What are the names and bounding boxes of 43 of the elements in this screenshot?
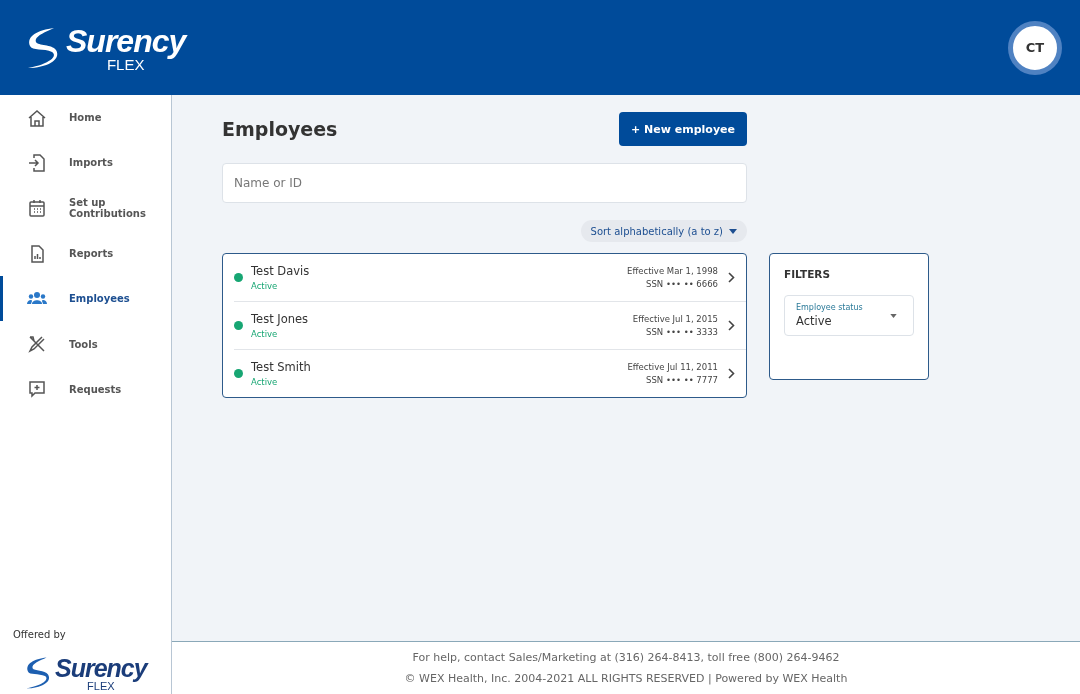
effective-date: Effective Mar 1, 1998 <box>627 266 718 276</box>
caret-icon <box>729 228 737 234</box>
help-text: For help, contact Sales/Marketing at (316) 264-8413, toll free (800) 264-9462 <box>412 651 840 664</box>
employee-status-select[interactable]: Employee status Active <box>784 295 914 336</box>
employee-row[interactable]: Test Davis Active Effective Mar 1, 1998 SSN ••• •• 6666 <box>234 254 746 302</box>
product-name: FLEX <box>87 680 115 692</box>
filters-title: FILTERS <box>784 268 831 280</box>
chat-plus-icon <box>27 379 47 400</box>
employee-name: Test Davis <box>251 264 311 278</box>
offered-by-label: Offered by <box>13 629 67 640</box>
nav-item[interactable]: Imports <box>0 140 171 186</box>
import-icon <box>27 152 47 173</box>
employee-status: Active <box>251 281 279 291</box>
ssn-text: SSN ••• •• 7777 <box>646 375 718 385</box>
employee-row[interactable]: Test Smith Active Effective Jul 11, 2011 SSN ••• •• 7777 <box>234 350 746 397</box>
caret-icon <box>890 313 897 318</box>
employee-name: Test Smith <box>251 360 312 374</box>
chevron-right-icon <box>728 320 735 331</box>
effective-date: Effective Jul 1, 2015 <box>632 314 718 324</box>
search-field[interactable]: Name or ID <box>222 163 747 203</box>
nav-item[interactable]: Home <box>0 95 171 141</box>
nav-item[interactable]: Requests <box>0 366 171 413</box>
employee-status: Active <box>251 329 279 339</box>
nav-item[interactable]: Tools <box>0 321 171 367</box>
sort-dropdown[interactable]: Sort alphabetically (a to z) <box>580 220 747 242</box>
employee-status: Active <box>251 377 279 387</box>
nav-item[interactable]: Reports <box>0 230 171 277</box>
ssn-text: SSN ••• •• 6666 <box>646 279 718 289</box>
effective-date: Effective Jul 11, 2011 <box>627 362 718 372</box>
calendar-icon <box>27 198 47 219</box>
chevron-right-icon <box>728 368 735 379</box>
user-avatar[interactable]: CT <box>1008 20 1062 75</box>
nav-item[interactable]: Set up Contributions <box>0 185 171 231</box>
page-title: Employees <box>222 118 338 140</box>
employee-row[interactable]: Test Jones Active Effective Jul 1, 2015 SSN ••• •• 3333 <box>234 302 746 350</box>
chevron-right-icon <box>728 272 735 283</box>
new-employee-button[interactable]: + New employee <box>619 112 747 146</box>
tools-icon <box>27 334 47 355</box>
employee-name: Test Jones <box>251 312 310 326</box>
ssn-text: SSN ••• •• 3333 <box>646 327 718 337</box>
copyright-text: © WEX Health, Inc. 2004-2021 ALL RIGHTS RESERVED | Powered by WEX Health <box>404 672 848 685</box>
home-icon <box>27 107 47 128</box>
brand-name: Surency <box>55 654 147 682</box>
